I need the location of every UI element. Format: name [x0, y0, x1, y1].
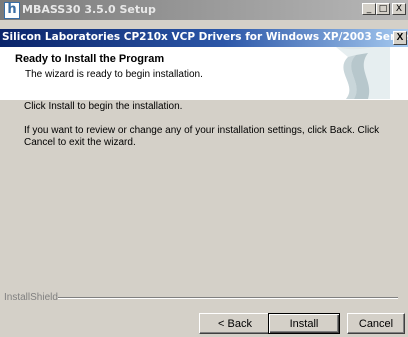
review-text: If you want to review or change any of y…	[24, 125, 380, 148]
outer-window-title: MBASS30 3.5.0 Setup	[22, 3, 156, 16]
page-title: Ready to Install the Program	[15, 53, 165, 65]
app-logo-icon: h	[4, 2, 20, 19]
install-button[interactable]: Install	[268, 313, 340, 334]
minimize-button[interactable]: _	[362, 3, 376, 15]
instruction-text: Click Install to begin the installation.	[24, 101, 183, 112]
maximize-button[interactable]: □	[376, 3, 390, 15]
outer-close-button[interactable]: X	[392, 3, 406, 15]
dialog-title: Silicon Laboratories CP210x VCP Drivers …	[2, 31, 408, 43]
footer-divider-highlight	[58, 298, 398, 299]
dialog-close-button[interactable]: X	[393, 31, 407, 45]
page-subtitle: The wizard is ready to begin installatio…	[25, 69, 203, 80]
outer-window-controls: _ □ X	[362, 3, 406, 17]
installshield-label: InstallShield	[4, 292, 58, 303]
wizard-header: Ready to Install the Program The wizard …	[0, 47, 408, 100]
installer-graphic-icon	[336, 47, 390, 99]
dialog-title-bar: Silicon Laboratories CP210x VCP Drivers …	[0, 29, 408, 47]
back-button[interactable]: < Back	[199, 313, 271, 334]
cancel-button[interactable]: Cancel	[347, 313, 405, 334]
outer-title-bar: h MBASS30 3.5.0 Setup _ □ X	[0, 0, 408, 20]
header-divider	[0, 99, 408, 100]
